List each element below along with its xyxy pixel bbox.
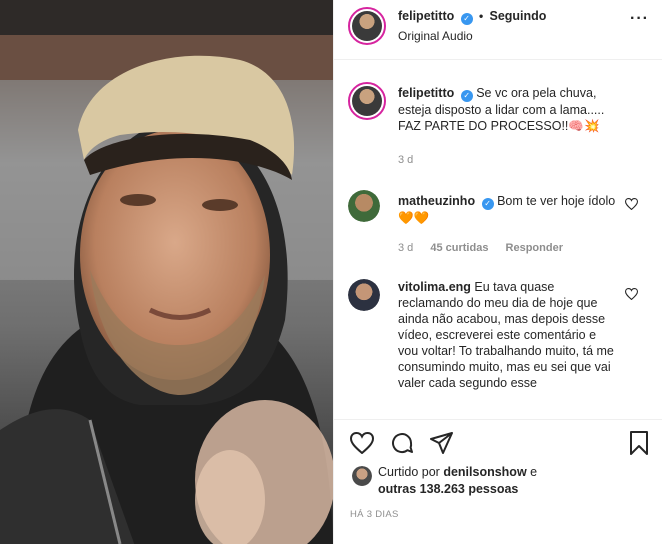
post-header: felipetitto ✓ • Seguindo Original Audio … [334,0,662,60]
caption-username[interactable]: felipetitto [398,86,454,100]
likes-user[interactable]: denilsonshow [443,465,526,479]
comment-username[interactable]: vitolima.eng [398,280,471,294]
header-username[interactable]: felipetitto [398,9,454,23]
comment-text: Eu tava quase reclamando do meu dia de h… [398,280,614,390]
likes-others[interactable]: outras 138.263 pessoas [378,482,518,496]
avatar[interactable] [352,466,372,486]
follow-status[interactable]: Seguindo [489,9,546,23]
comment-time[interactable]: 3 d [398,242,413,254]
avatar[interactable] [348,7,386,45]
reply-button[interactable]: Responder [506,242,563,254]
like-comment-heart-icon[interactable] [624,198,639,213]
verified-icon: ✓ [460,13,473,25]
share-send-icon[interactable] [430,432,454,457]
avatar[interactable] [348,82,386,120]
video-frame [0,0,333,544]
like-comment-heart-icon[interactable] [624,288,639,303]
likes-conj: e [530,465,538,479]
more-options-icon[interactable]: ··· [630,10,649,28]
likes-summary: Curtido por denilsonshow e outras 138.26… [378,464,648,498]
verified-icon: ✓ [481,198,494,210]
caption-time[interactable]: 3 d [398,154,413,166]
post-timestamp[interactable]: HÁ 3 DIAS [350,509,399,520]
comment-likes[interactable]: 45 curtidas [430,242,488,254]
save-bookmark-icon[interactable] [629,431,649,458]
like-heart-icon[interactable] [349,431,375,457]
audio-label[interactable]: Original Audio [398,29,473,43]
comment-username[interactable]: matheuzinho [398,194,475,208]
verified-icon: ✓ [460,90,473,102]
likes-prefix: Curtido por [378,465,440,479]
post-video[interactable] [0,0,333,544]
comments-panel: felipetitto ✓ • Seguindo Original Audio … [333,0,662,544]
comment-bubble-icon[interactable] [390,431,414,458]
avatar[interactable] [348,190,380,222]
avatar[interactable] [348,279,380,311]
action-bar: Curtido por denilsonshow e outras 138.26… [334,419,662,544]
